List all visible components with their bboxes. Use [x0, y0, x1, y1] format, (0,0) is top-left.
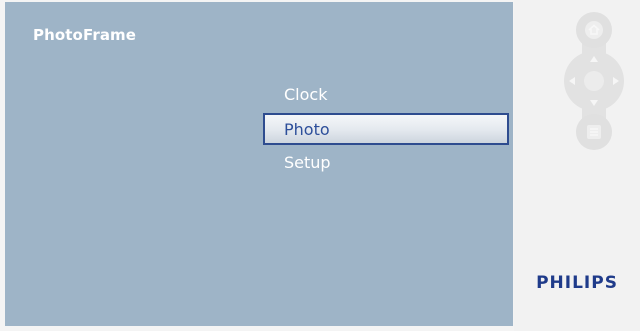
- home-button-icon[interactable]: [576, 12, 612, 48]
- menu-item-clock[interactable]: Clock: [263, 78, 509, 112]
- menu-button-icon[interactable]: [576, 114, 612, 150]
- main-menu: Clock Photo Setup: [263, 78, 509, 180]
- dpad-icon[interactable]: [564, 51, 624, 111]
- display-screen: PhotoFrame Clock Photo Setup: [5, 2, 513, 326]
- brand-logo: PHILIPS: [536, 273, 618, 293]
- side-panel: PHILIPS: [514, 0, 640, 331]
- photo-frame-device: PhotoFrame Clock Photo Setup PHILIPS: [0, 0, 640, 331]
- screen-title: PhotoFrame: [33, 26, 137, 44]
- menu-item-setup[interactable]: Setup: [263, 146, 509, 180]
- menu-item-photo[interactable]: Photo: [263, 113, 509, 145]
- control-buttons: [564, 12, 624, 150]
